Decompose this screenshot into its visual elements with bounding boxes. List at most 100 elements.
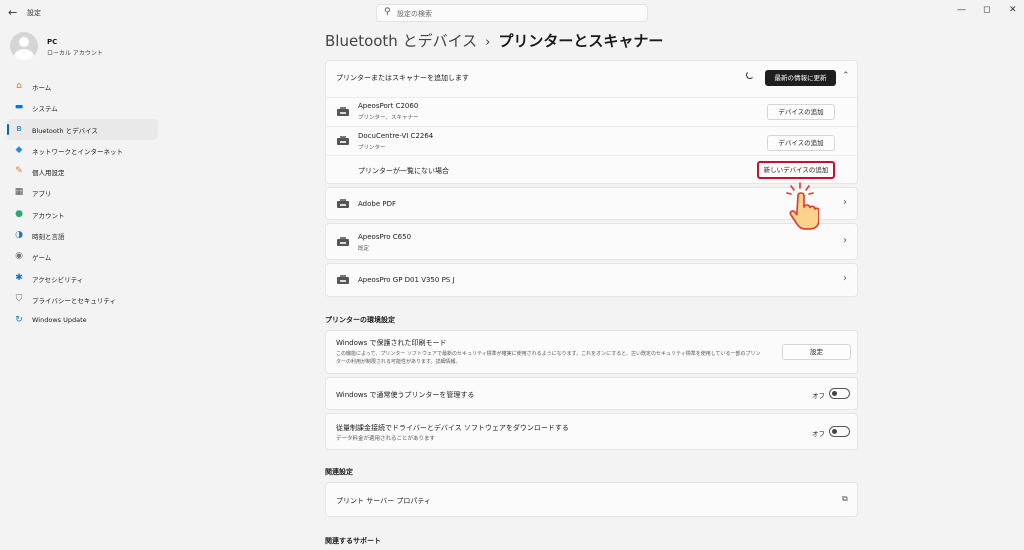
search-box[interactable]: ⚲ 設定の検索 bbox=[376, 4, 648, 22]
page-title: Bluetooth とデバイス › プリンターとスキャナー bbox=[325, 30, 663, 51]
sidebar-item[interactable]: ▦ アプリ bbox=[7, 182, 158, 203]
sidebar-item[interactable]: ⛉ プライバシーとセキュリティ bbox=[7, 289, 158, 310]
printer-name: Adobe PDF bbox=[358, 200, 397, 208]
chevron-right-icon: › bbox=[843, 197, 847, 208]
printer-name: ApeosPro GP D01 V350 PS J bbox=[358, 276, 455, 284]
pointing-hand-icon bbox=[786, 182, 819, 230]
sidebar-item[interactable]: ● アカウント bbox=[7, 204, 158, 225]
device-name: DocuCentre-VI C2264 bbox=[358, 132, 434, 140]
learn-more-link[interactable]: 詳細情報。 bbox=[436, 359, 461, 365]
sidebar-item-label: ホーム bbox=[32, 84, 52, 92]
manage-default-state: オフ bbox=[812, 392, 825, 400]
printer-item[interactable]: ApeosPro GP D01 V350 PS J › bbox=[325, 263, 858, 297]
sidebar-item[interactable]: ✎ 個人用設定 bbox=[7, 161, 158, 182]
sidebar-item[interactable]: ◆ ネットワークとインターネット bbox=[7, 140, 158, 161]
search-input[interactable]: 設定の検索 bbox=[397, 9, 432, 19]
manage-default-toggle[interactable] bbox=[829, 388, 850, 399]
profile-name: PC bbox=[47, 38, 58, 46]
breadcrumb-separator-icon: › bbox=[485, 35, 491, 50]
sidebar-item-label: アプリ bbox=[32, 190, 52, 199]
found-device-row: ApeosPort C2060 プリンター、スキャナー デバイスの追加 bbox=[326, 97, 857, 126]
metered-download-card: 従量制課金接続でドライバーとデバイス ソフトウェアをダウンロードする データ料金… bbox=[325, 413, 858, 450]
printer-status: 既定 bbox=[358, 246, 370, 252]
globe-clock-icon: ◑ bbox=[15, 230, 23, 241]
add-new-device-button[interactable]: 新しいデバイスの追加 bbox=[757, 161, 835, 179]
add-device-button[interactable]: デバイスの追加 bbox=[767, 135, 835, 151]
manage-default-card: Windows で通常使うプリンターを管理する オフ bbox=[325, 377, 858, 410]
home-icon: ⌂ bbox=[16, 81, 22, 91]
protected-mode-card: Windows で保護された印刷モード この機能によって、プリンター ソフトウェ… bbox=[325, 330, 858, 374]
print-server-properties-item[interactable]: プリント サーバー プロパティ ⧉ bbox=[325, 482, 858, 517]
not-listed-label: プリンターが一覧にない場合 bbox=[358, 167, 449, 175]
sidebar-item-label: 個人用設定 bbox=[32, 169, 65, 178]
protected-mode-settings-button[interactable]: 設定 bbox=[782, 344, 851, 360]
printer-icon bbox=[337, 237, 349, 246]
shield-icon: ⛉ bbox=[15, 293, 23, 304]
sidebar-item-label: プライバシーとセキュリティ bbox=[32, 296, 116, 305]
metered-download-toggle[interactable] bbox=[829, 426, 850, 437]
printer-name: ApeosPro C650 bbox=[358, 233, 412, 241]
apps-icon: ▦ bbox=[14, 187, 24, 198]
gamepad-icon: ◉ bbox=[15, 251, 23, 262]
sidebar-item[interactable]: ⌂ ホーム bbox=[7, 76, 158, 97]
printer-icon bbox=[337, 107, 349, 116]
sidebar-item-label: Bluetooth とデバイス bbox=[32, 126, 98, 135]
title-bar: ← 設定 ⚲ 設定の検索 — ◻ ✕ bbox=[0, 0, 1024, 26]
breadcrumb-current: プリンターとスキャナー bbox=[498, 32, 664, 50]
person-icon: ● bbox=[15, 208, 23, 219]
metered-download-description: データ料金が適用されることがあります bbox=[336, 436, 436, 442]
sidebar-item-label: システム bbox=[32, 105, 58, 114]
device-type: プリンター bbox=[358, 145, 386, 151]
sidebar-item[interactable]: ʙ Bluetooth とデバイス bbox=[7, 118, 158, 140]
update-icon: ↻ bbox=[15, 315, 23, 326]
window-title: 設定 bbox=[27, 9, 41, 17]
sidebar-item-label: アクセシビリティ bbox=[32, 275, 84, 284]
sidebar-nav: ⌂ ホーム ▬ システム ʙ Bluetooth とデバイス ◆ ネットワークとインターネット… bbox=[7, 76, 158, 332]
related-section-title: 関連設定 bbox=[325, 468, 353, 476]
device-name: ApeosPort C2060 bbox=[358, 102, 419, 110]
maximize-button[interactable]: ◻ bbox=[983, 5, 990, 15]
prefs-section-title: プリンターの環境設定 bbox=[325, 316, 395, 324]
metered-download-state: オフ bbox=[812, 430, 825, 438]
protected-mode-description: この機能によって、プリンター ソフトウェアで最新のセキュリティ標準が確実に使用さ… bbox=[336, 351, 761, 357]
chevron-right-icon: › bbox=[843, 235, 847, 246]
back-arrow-icon[interactable]: ← bbox=[8, 6, 17, 19]
device-type: プリンター、スキャナー bbox=[358, 115, 419, 121]
refresh-button[interactable]: 最新の情報に更新 bbox=[765, 70, 836, 86]
printer-item[interactable]: Adobe PDF › bbox=[325, 187, 858, 220]
sidebar-item[interactable]: ◉ ゲーム bbox=[7, 246, 158, 267]
display-icon: ▬ bbox=[14, 102, 24, 113]
collapse-chevron-icon[interactable]: ⌃ bbox=[842, 71, 850, 81]
bluetooth-icon: ʙ bbox=[16, 123, 22, 134]
printer-item[interactable]: ApeosPro C650 既定 › bbox=[325, 223, 858, 260]
sidebar-item[interactable]: ▬ システム bbox=[7, 97, 158, 118]
printer-icon bbox=[337, 136, 349, 145]
profile-account-type: ローカル アカウント bbox=[47, 50, 103, 57]
found-device-row: DocuCentre-VI C2264 プリンター デバイスの追加 bbox=[326, 126, 857, 155]
print-server-label: プリント サーバー プロパティ bbox=[336, 497, 431, 505]
open-external-icon: ⧉ bbox=[842, 494, 848, 503]
metered-download-label: 従量制課金接続でドライバーとデバイス ソフトウェアをダウンロードする bbox=[336, 424, 569, 432]
add-device-button[interactable]: デバイスの追加 bbox=[767, 104, 835, 120]
accessibility-icon: ✱ bbox=[15, 272, 23, 283]
sidebar-item-label: アカウント bbox=[32, 211, 65, 220]
sidebar-item[interactable]: ↻ Windows Update bbox=[7, 310, 158, 331]
sidebar-item[interactable]: ◑ 時刻と言語 bbox=[7, 225, 158, 246]
support-section-title: 関連するサポート bbox=[325, 537, 381, 545]
add-printer-panel: プリンターまたはスキャナーを追加します 最新の情報に更新 ⌃ ApeosPort… bbox=[325, 60, 858, 184]
avatar bbox=[10, 32, 38, 60]
search-icon: ⚲ bbox=[384, 7, 391, 17]
breadcrumb-parent[interactable]: Bluetooth とデバイス bbox=[325, 32, 477, 50]
brush-icon: ✎ bbox=[15, 166, 23, 177]
not-listed-row: プリンターが一覧にない場合 新しいデバイスの追加 bbox=[326, 155, 857, 184]
chevron-right-icon: › bbox=[843, 273, 847, 284]
sidebar-item-label: Windows Update bbox=[32, 316, 87, 325]
sidebar-item-label: ネットワークとインターネット bbox=[32, 147, 123, 156]
minimize-button[interactable]: — bbox=[957, 5, 966, 15]
sidebar-item-label: ゲーム bbox=[32, 254, 52, 263]
close-button[interactable]: ✕ bbox=[1009, 5, 1017, 15]
printer-icon bbox=[337, 199, 349, 208]
sidebar-item[interactable]: ✱ アクセシビリティ bbox=[7, 268, 158, 289]
add-printer-title: プリンターまたはスキャナーを追加します bbox=[336, 74, 469, 82]
loading-spinner-icon bbox=[746, 71, 754, 79]
